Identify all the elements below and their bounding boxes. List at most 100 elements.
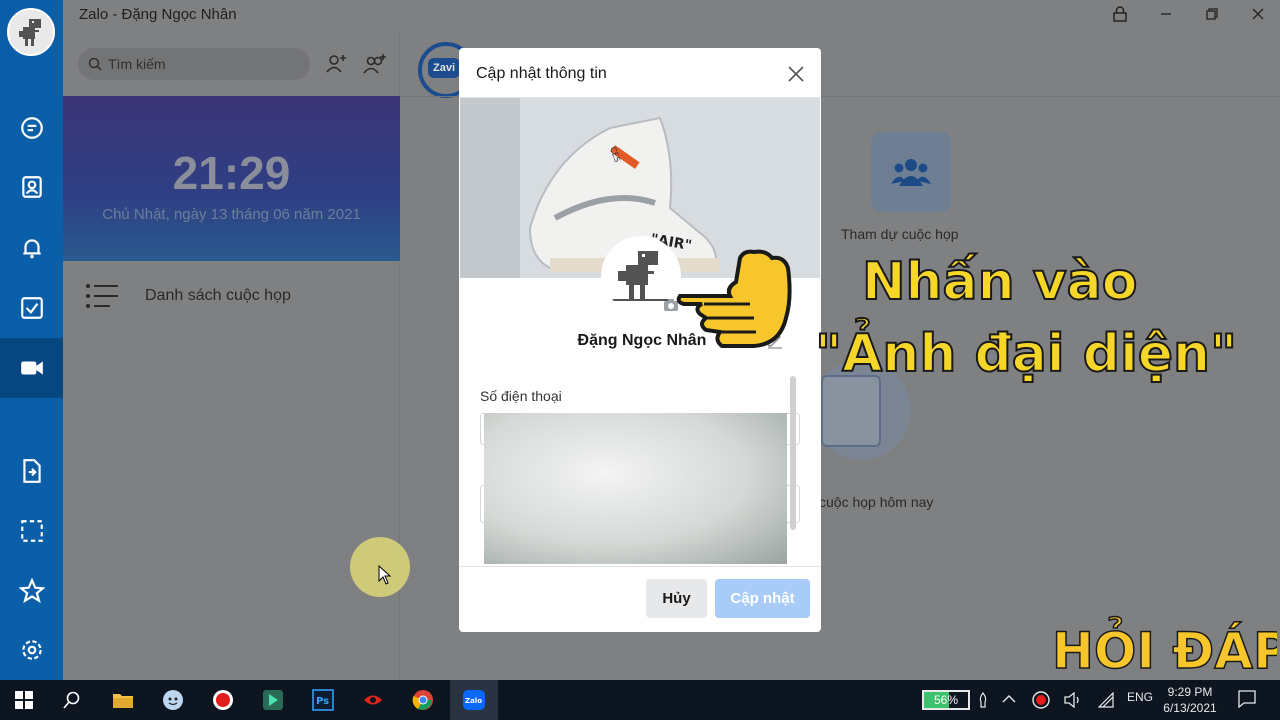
- banner-date: Chủ Nhật, ngày 13 tháng 06 năm 2021: [102, 206, 361, 223]
- garena-icon: [364, 695, 382, 705]
- search-placeholder: Tìm kiếm: [108, 56, 166, 72]
- garena-button[interactable]: [349, 680, 397, 720]
- taskbar-date: 6/13/2021: [1163, 701, 1217, 715]
- footer-divider: [459, 566, 821, 567]
- star-icon: [18, 578, 45, 604]
- nav-starred[interactable]: [0, 561, 63, 621]
- update-button[interactable]: Cập nhật: [715, 579, 810, 618]
- banner-clock: 21:29: [172, 147, 291, 199]
- cancel-button[interactable]: Hủy: [646, 579, 707, 618]
- dialog-scrollbar[interactable]: [790, 376, 796, 530]
- taskbar-clock[interactable]: 9:29 PM 6/13/2021: [1158, 684, 1222, 716]
- lock-button[interactable]: [1109, 4, 1131, 24]
- user-avatar[interactable]: [7, 8, 55, 56]
- settings-icon: [21, 640, 42, 660]
- add-friend-button[interactable]: [324, 52, 348, 76]
- record-icon: [213, 690, 233, 710]
- power-plug-icon: [979, 692, 987, 708]
- bell-icon: [22, 239, 41, 259]
- search-icon: [63, 691, 80, 709]
- wifi-icon[interactable]: [1098, 692, 1114, 708]
- meeting-list-item[interactable]: Danh sách cuộc họp: [85, 283, 291, 309]
- instruction-line-1: Nhấn vào: [861, 251, 1138, 313]
- today-meetings-label: cuộc họp hôm nay: [819, 494, 934, 510]
- close-icon: [1252, 8, 1264, 20]
- chevron-up-icon[interactable]: [1002, 694, 1016, 704]
- dino-avatar-icon: [9, 10, 53, 54]
- recording-icon[interactable]: [1032, 691, 1050, 709]
- restore-button[interactable]: [1201, 4, 1223, 24]
- left-nav: [0, 0, 63, 680]
- messages-icon: [20, 117, 43, 139]
- blurred-region: [484, 413, 787, 564]
- minimize-button[interactable]: [1155, 4, 1177, 24]
- minimize-icon: [1161, 13, 1171, 15]
- taskbar-search-button[interactable]: [48, 680, 96, 720]
- search-input[interactable]: Tìm kiếm: [78, 48, 310, 80]
- battery-percent: 56%: [933, 693, 959, 707]
- nav-todo[interactable]: [0, 278, 63, 338]
- meeting-list-label: Danh sách cuộc họp: [145, 287, 291, 304]
- title-bar: Zalo - Đặng Ngọc Nhân: [63, 0, 1280, 30]
- dialog-close-button[interactable]: [784, 62, 808, 86]
- filmora-icon: [263, 690, 283, 710]
- dialog-title: Cập nhật thông tin: [476, 65, 607, 82]
- join-meeting-label: Tham dự cuộc họp: [841, 226, 959, 242]
- photoshop-button[interactable]: Ps: [299, 680, 347, 720]
- record-button[interactable]: [199, 680, 247, 720]
- pointing-hand-icon: [676, 249, 792, 348]
- chrome-icon: [412, 690, 433, 710]
- file-transfer-icon: [22, 459, 41, 483]
- app-face-button[interactable]: [149, 680, 197, 720]
- file-explorer-icon: [113, 694, 133, 708]
- photoshop-icon: Ps: [312, 689, 334, 711]
- phone-label: Số điện thoại: [480, 388, 562, 404]
- app-face-icon: [163, 690, 183, 710]
- close-window-button[interactable]: [1247, 4, 1269, 24]
- mouse-cursor-icon: [378, 565, 392, 585]
- create-group-icon: [363, 54, 386, 74]
- zalo-label: Zalo: [465, 697, 482, 705]
- left-panel: Tìm kiếm 21:29 Chủ Nhật, ngày 13 tháng 0…: [63, 30, 400, 680]
- windows-start-icon: [15, 691, 33, 709]
- chrome-button[interactable]: [399, 680, 447, 720]
- nav-messages[interactable]: [0, 98, 63, 158]
- clock-banner: 21:29 Chủ Nhật, ngày 13 tháng 06 năm 202…: [63, 96, 400, 261]
- taskbar: Ps Zalo 56% ENG 9:29 PM 6/13/2021: [0, 680, 1280, 720]
- nav-screenshot[interactable]: [0, 501, 63, 561]
- zavi-label: Zavi: [428, 58, 460, 78]
- nav-file-transfer[interactable]: [0, 441, 63, 501]
- screenshot-icon: [20, 520, 43, 542]
- zalo-button[interactable]: Zalo: [450, 680, 498, 720]
- battery-indicator[interactable]: 56%: [922, 690, 970, 710]
- dialog-header: Cập nhật thông tin: [459, 48, 821, 98]
- watermark-text: HỎI ĐÁP: [1052, 616, 1277, 678]
- photoshop-label: Ps: [316, 696, 329, 707]
- taskbar-time: 9:29 PM: [1167, 685, 1213, 699]
- file-explorer-button[interactable]: [99, 680, 147, 720]
- nav-meetings[interactable]: [0, 338, 63, 398]
- list-icon: [86, 284, 118, 308]
- lock-icon: [1113, 6, 1127, 22]
- volume-icon[interactable]: [1064, 692, 1082, 708]
- close-icon: [788, 66, 804, 82]
- create-group-button[interactable]: [363, 52, 387, 76]
- filmora-button[interactable]: [249, 680, 297, 720]
- instruction-line-2: "Ảnh đại diện": [814, 323, 1238, 385]
- group-icon: [891, 159, 931, 186]
- search-icon: [88, 57, 102, 71]
- document-icon: [821, 375, 881, 447]
- nav-contacts[interactable]: [0, 157, 63, 217]
- nav-notifications[interactable]: [0, 218, 63, 278]
- nav-settings[interactable]: [0, 620, 63, 680]
- hoi-dap-watermark: HỎI ĐÁP: [1052, 615, 1277, 678]
- todo-icon: [20, 297, 43, 319]
- zalo-icon: Zalo: [463, 690, 485, 710]
- language-indicator[interactable]: ENG: [1127, 690, 1153, 704]
- add-friend-icon: [326, 55, 346, 73]
- join-meeting-button[interactable]: [871, 132, 951, 212]
- contacts-icon: [21, 176, 42, 198]
- notification-center-icon[interactable]: [1238, 690, 1256, 708]
- start-button[interactable]: [0, 680, 48, 720]
- video-icon: [20, 361, 43, 375]
